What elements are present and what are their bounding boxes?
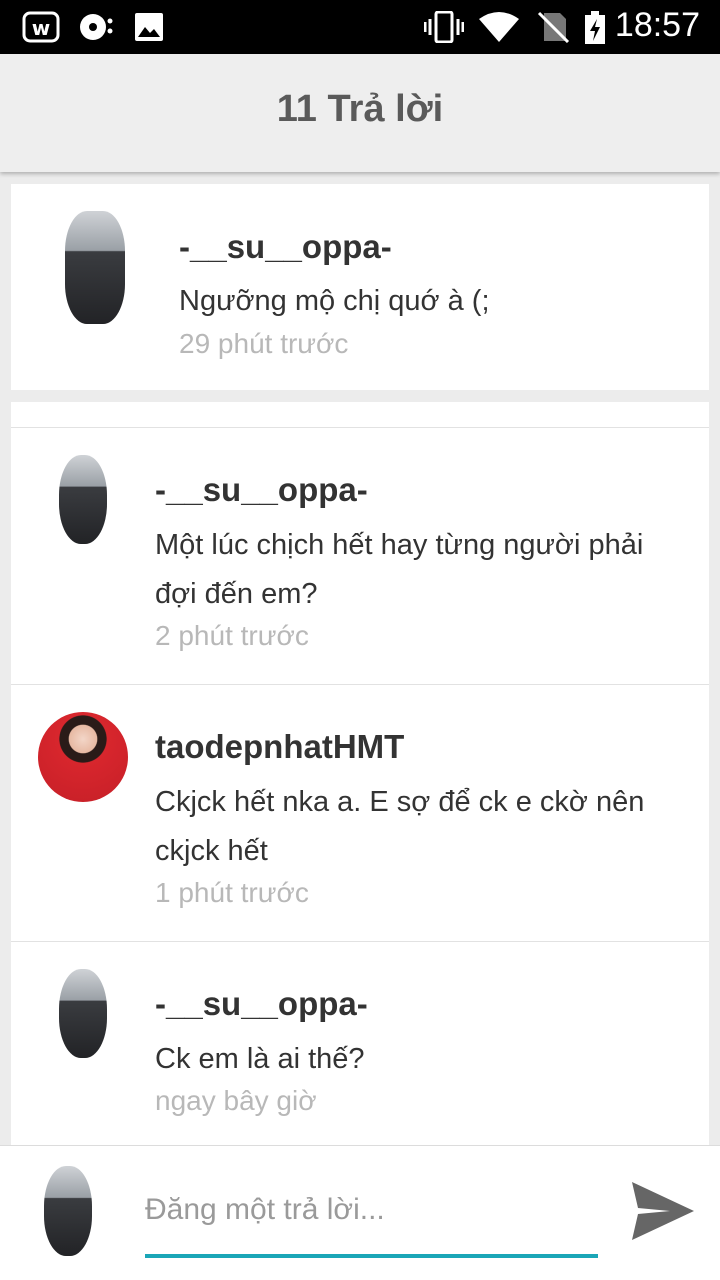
clock: 18:57 [614,6,700,44]
vibrate-icon [424,11,464,43]
avatar[interactable] [59,455,107,544]
app-bar: 11 Trả lời [0,54,720,172]
divider [11,427,709,428]
divider [11,684,709,685]
music-icon [80,14,113,40]
reply-username[interactable]: -__su__oppa- [155,985,368,1023]
divider [11,941,709,942]
current-user-avatar [44,1166,92,1256]
image-icon [135,13,163,41]
battery-charging-icon [585,11,605,44]
reply-time: 2 phút trước [155,620,309,651]
reply-time: ngay bây giờ [155,1085,317,1116]
no-sim-icon [537,11,570,43]
send-icon[interactable] [628,1178,698,1244]
reply-time: 1 phút trước [155,877,309,908]
app-w-icon: w [22,11,60,43]
page-title: 11 Trả lời [276,88,444,130]
post-time: 29 phút trước [179,328,349,359]
reply-text: Ckjck hết nka a. E sợ để ck e ckờ nên ck… [155,786,645,867]
svg-text:w: w [32,16,50,40]
reply-text: Ck em là ai thế? [155,1043,365,1075]
reply-text: Một lúc chịch hết hay từng người phải đợ… [155,529,644,610]
post-text: Ngưỡng mộ chị quớ à (; [179,285,490,317]
avatar[interactable] [59,969,107,1058]
avatar[interactable] [65,211,125,324]
post-username[interactable]: -__su__oppa- [179,228,392,266]
reply-input-underline [145,1254,598,1258]
reply-username[interactable]: -__su__oppa- [155,471,368,509]
status-bar: w 18:57 [0,0,720,54]
reply-input[interactable] [145,1182,598,1238]
original-post-card[interactable]: -__su__oppa- Ngưỡng mộ chị quớ à (; 29 p… [11,184,709,390]
avatar[interactable] [38,712,128,802]
wifi-icon [479,12,519,42]
reply-username[interactable]: taodepnhatHMT [155,728,404,766]
